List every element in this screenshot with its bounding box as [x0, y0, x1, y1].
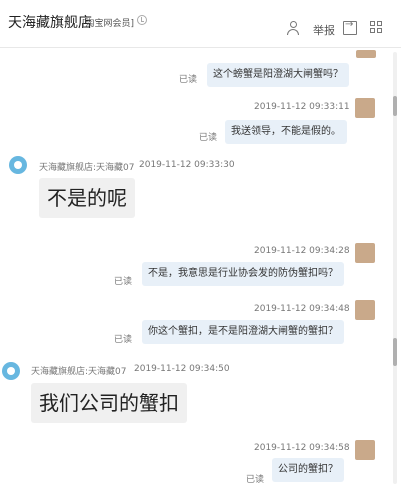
buyer-avatar	[356, 50, 376, 58]
read-status: 已读	[199, 133, 218, 143]
read-status: 已读	[114, 277, 133, 287]
buyer-avatar	[355, 300, 375, 320]
seller-message-bubble: 我们公司的蟹扣	[31, 383, 187, 423]
read-status: 已读	[179, 75, 198, 85]
chat-header: 天海藏旗舰店 [淘宝网会员] 举报	[0, 0, 401, 48]
buyer-avatar	[355, 98, 375, 118]
clock-icon[interactable]	[137, 15, 147, 25]
message-timestamp: 2019-11-12 09:33:30	[139, 160, 235, 170]
buyer-message-bubble: 公司的蟹扣？	[272, 458, 344, 482]
seller-avatar	[2, 362, 20, 380]
person-icon[interactable]	[287, 21, 301, 35]
shop-name[interactable]: 天海藏旗舰店	[8, 12, 92, 32]
message-timestamp: 2019-11-12 09:34:28	[254, 246, 350, 256]
member-tag: [淘宝网会员]	[82, 19, 135, 29]
message-sender: 天海藏旗舰店:天海藏07	[31, 367, 127, 377]
buyer-message-bubble: 你这个蟹扣，是不是阳澄湖大闸蟹的蟹扣？	[142, 320, 344, 344]
message-timestamp: 2019-11-12 09:34:48	[254, 304, 350, 314]
message-timestamp: 2019-11-12 09:34:50	[134, 364, 230, 374]
buyer-avatar	[355, 243, 375, 263]
message-timestamp: 2019-11-12 09:34:58	[254, 443, 350, 453]
read-status: 已读	[246, 475, 265, 485]
buyer-message-bubble: 这个螃蟹是阳澄湖大闸蟹吗？	[207, 63, 349, 87]
message-timestamp: 2019-11-12 09:33:11	[254, 102, 350, 112]
seller-avatar	[9, 156, 27, 174]
buyer-avatar	[355, 440, 375, 460]
seller-message-bubble: 不是的呢	[39, 178, 135, 218]
buyer-message-bubble: 我送领导，不能是假的。	[225, 120, 347, 144]
scrollbar-track[interactable]	[393, 52, 397, 484]
read-status: 已读	[114, 335, 133, 345]
message-sender: 天海藏旗舰店:天海藏07	[39, 163, 135, 173]
scrollbar-thumb[interactable]	[393, 96, 397, 116]
grid-icon[interactable]	[370, 21, 384, 35]
export-icon[interactable]	[343, 19, 357, 35]
report-button[interactable]: 举报	[313, 22, 335, 38]
scrollbar-thumb[interactable]	[393, 338, 397, 366]
buyer-message-bubble: 不是，我意思是行业协会发的防伪蟹扣吗？	[142, 262, 344, 286]
